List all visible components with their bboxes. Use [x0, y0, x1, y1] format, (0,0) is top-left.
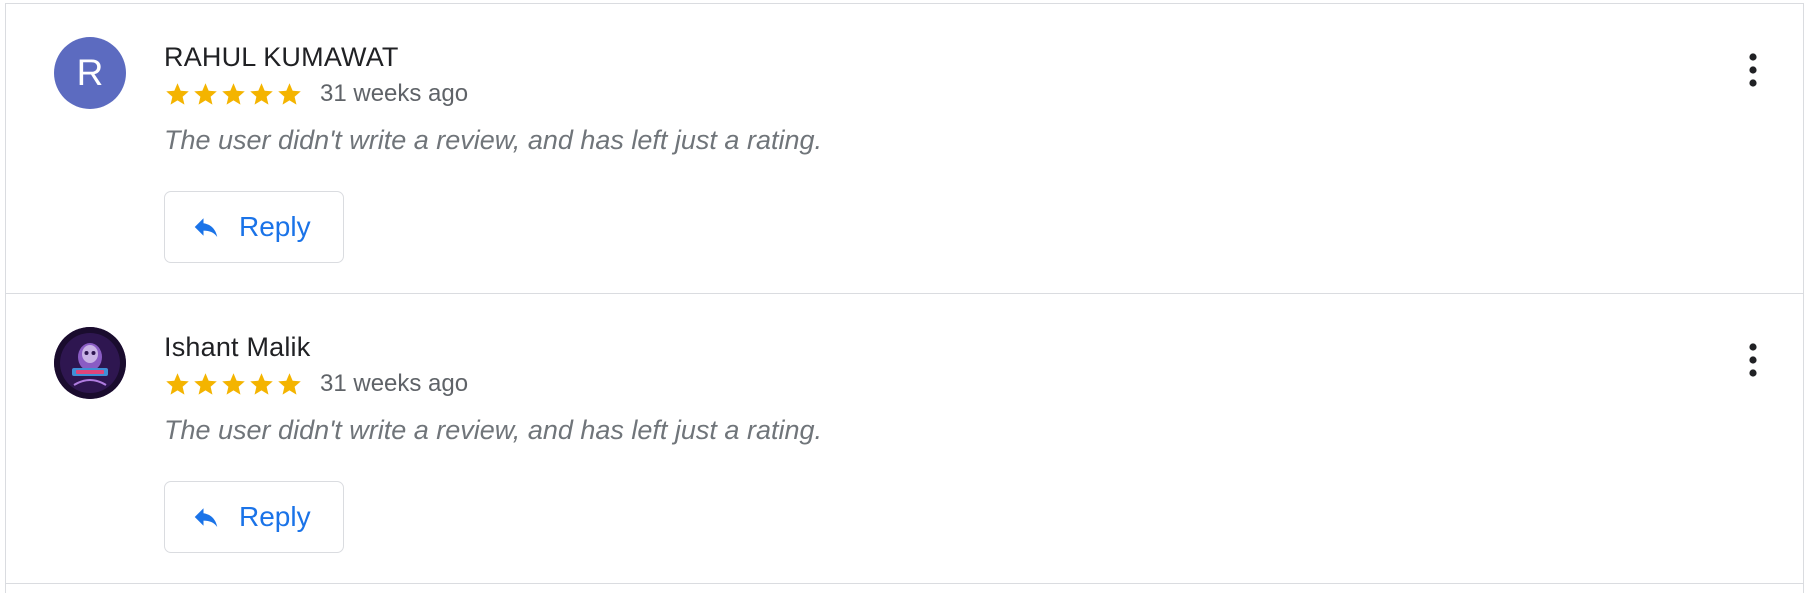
review-text: The user didn't write a review, and has … — [164, 415, 822, 445]
star-icon — [194, 82, 217, 105]
star-icon — [278, 372, 301, 395]
star-icon — [250, 82, 273, 105]
review-card: R RAHUL KUMAWAT 31 weeks ago The user di… — [6, 4, 1803, 294]
review-text: The user didn't write a review, and has … — [164, 125, 822, 155]
review-time: 31 weeks ago — [320, 80, 469, 107]
star-rating — [164, 81, 303, 108]
reply-label: Reply — [239, 501, 311, 532]
more-vert-icon — [1749, 53, 1757, 87]
reply-button[interactable]: Reply — [164, 481, 344, 553]
review-time: 31 weeks ago — [320, 370, 469, 397]
avatar[interactable] — [54, 327, 126, 399]
reply-label: Reply — [239, 211, 311, 242]
star-icon — [166, 82, 189, 105]
star-icon — [166, 372, 189, 395]
star-icon — [278, 82, 301, 105]
review-author[interactable]: RAHUL KUMAWAT — [164, 42, 399, 73]
more-options-button[interactable] — [1741, 50, 1765, 90]
reply-icon — [191, 502, 221, 532]
reply-button[interactable]: Reply — [164, 191, 344, 263]
reply-icon — [191, 212, 221, 242]
star-icon — [222, 372, 245, 395]
more-options-button[interactable] — [1741, 340, 1765, 380]
star-icon — [222, 82, 245, 105]
review-meta: 31 weeks ago — [164, 370, 468, 398]
more-vert-icon — [1749, 343, 1757, 377]
profile-photo-icon — [54, 327, 126, 399]
review-meta: 31 weeks ago — [164, 80, 468, 108]
review-card: Ishant Malik 31 weeks ago The user didn'… — [6, 294, 1803, 584]
avatar[interactable]: R — [54, 37, 126, 109]
star-rating — [164, 371, 303, 398]
reviews-list: R RAHUL KUMAWAT 31 weeks ago The user di… — [5, 3, 1804, 593]
star-icon — [250, 372, 273, 395]
avatar-initial: R — [76, 52, 104, 93]
review-author[interactable]: Ishant Malik — [164, 332, 310, 363]
star-icon — [194, 372, 217, 395]
